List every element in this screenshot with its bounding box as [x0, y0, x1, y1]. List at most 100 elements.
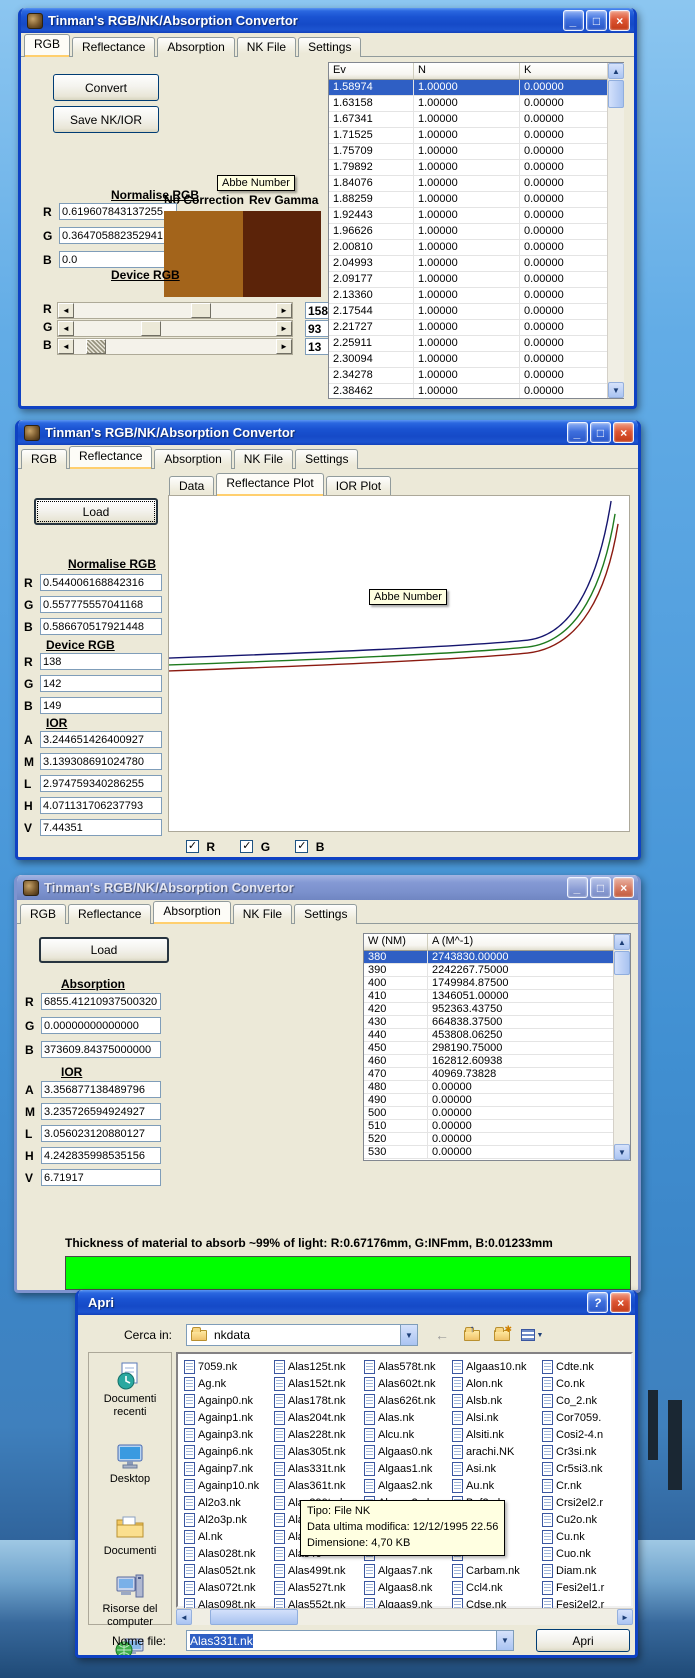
table-row[interactable]: 490 0.00000	[364, 1094, 630, 1107]
slider-left-icon[interactable]: ◄	[58, 321, 74, 336]
look-in-combobox[interactable]: nkdata ▼	[186, 1324, 418, 1346]
file-item[interactable]: Alas305t.nk	[274, 1443, 364, 1460]
close-icon[interactable]: ×	[613, 422, 634, 443]
table-row[interactable]: 2.38462 1.00000 0.00000	[329, 384, 623, 398]
slider-right-icon[interactable]: ►	[276, 321, 292, 336]
up-folder-icon[interactable]: ↑	[460, 1324, 484, 1346]
load-button[interactable]: Load	[39, 937, 169, 963]
file-item[interactable]: Againp1.nk	[184, 1409, 274, 1426]
file-item[interactable]: Al.nk	[184, 1528, 274, 1545]
table-scrollbar[interactable]: ▲ ▼	[613, 934, 630, 1160]
tab-nk-file[interactable]: NK File	[234, 449, 293, 469]
ior-a-field[interactable]	[41, 1081, 161, 1098]
scroll-thumb[interactable]	[608, 80, 624, 108]
file-item[interactable]: Al2o3p.nk	[184, 1511, 274, 1528]
normalise-b-field[interactable]	[59, 251, 177, 268]
file-item[interactable]: Carbam.nk	[452, 1562, 542, 1579]
tab-reflectance[interactable]: Reflectance	[72, 37, 155, 57]
file-item[interactable]: Alsiti.nk	[452, 1426, 542, 1443]
slider-right-icon[interactable]: ►	[276, 339, 292, 354]
minimize-button[interactable]: _	[563, 10, 584, 31]
absorption-g-field[interactable]	[41, 1017, 161, 1034]
table-row[interactable]: 430 664838.37500	[364, 1016, 630, 1029]
file-item[interactable]: Diam.nk	[542, 1562, 634, 1579]
slider-thumb[interactable]	[86, 339, 106, 354]
load-button[interactable]: Load	[34, 498, 158, 525]
tab-nk-file[interactable]: NK File	[237, 37, 296, 57]
normalise-r-field[interactable]	[40, 574, 162, 591]
table-row[interactable]: 460 162812.60938	[364, 1055, 630, 1068]
table-row[interactable]: 2.21727 1.00000 0.00000	[329, 320, 623, 336]
maximize-button[interactable]: □	[586, 10, 607, 31]
ior-h-field[interactable]	[41, 1147, 161, 1164]
table-row[interactable]: 2.17544 1.00000 0.00000	[329, 304, 623, 320]
table-row[interactable]: 2.00810 1.00000 0.00000	[329, 240, 623, 256]
chevron-down-icon[interactable]: ▼	[496, 1631, 513, 1650]
tab-reflectance-plot[interactable]: Reflectance Plot	[216, 473, 323, 496]
device-g-field[interactable]	[40, 675, 162, 692]
column-header-absorption[interactable]: A (M^-1)	[428, 934, 630, 951]
titlebar[interactable]: Apri ? ×	[78, 1290, 635, 1315]
table-row[interactable]: 530 0.00000	[364, 1146, 630, 1159]
file-item[interactable]: Cdte.nk	[542, 1358, 634, 1375]
file-item[interactable]: Algaas2.nk	[364, 1477, 454, 1494]
file-item[interactable]: Alas052t.nk	[184, 1562, 274, 1579]
tab-ior-plot[interactable]: IOR Plot	[326, 476, 391, 496]
device-b-slider[interactable]: ◄ ►	[57, 338, 293, 355]
file-item[interactable]: Alas125t.nk	[274, 1358, 364, 1375]
tab-absorption[interactable]: Absorption	[154, 449, 231, 469]
file-item[interactable]: Au.nk	[452, 1477, 542, 1494]
ior-v-field[interactable]	[40, 819, 162, 836]
tab-reflectance[interactable]: Reflectance	[68, 904, 151, 924]
table-row[interactable]: 1.71525 1.00000 0.00000	[329, 128, 623, 144]
scroll-down-icon[interactable]: ▼	[608, 382, 624, 398]
scroll-up-icon[interactable]: ▲	[614, 934, 630, 950]
slider-right-icon[interactable]: ►	[276, 303, 292, 318]
scroll-up-icon[interactable]: ▲	[608, 63, 624, 79]
table-row[interactable]: 390 2242267.75000	[364, 964, 630, 977]
table-row[interactable]: 2.30094 1.00000 0.00000	[329, 352, 623, 368]
close-icon[interactable]: ×	[613, 877, 634, 898]
slider-thumb[interactable]	[141, 321, 161, 336]
checkbox-g[interactable]: ✓	[240, 840, 253, 853]
table-row[interactable]: 2.34278 1.00000 0.00000	[329, 368, 623, 384]
checkbox-b[interactable]: ✓	[295, 840, 308, 853]
file-item[interactable]: Alas228t.nk	[274, 1426, 364, 1443]
convert-button[interactable]: Convert	[53, 74, 159, 101]
normalise-b-field[interactable]	[40, 618, 162, 635]
table-row[interactable]: 380 2743830.00000	[364, 951, 630, 964]
table-row[interactable]: 1.92443 1.00000 0.00000	[329, 208, 623, 224]
place-documents[interactable]: Documenti	[89, 1513, 171, 1558]
table-row[interactable]: 410 1346051.00000	[364, 990, 630, 1003]
file-item[interactable]: arachi.NK	[452, 1443, 542, 1460]
ior-l-field[interactable]	[41, 1125, 161, 1142]
file-list-hscrollbar[interactable]: ◄ ►	[176, 1608, 633, 1625]
table-row[interactable]: 420 952363.43750	[364, 1003, 630, 1016]
tab-absorption[interactable]: Absorption	[157, 37, 234, 57]
ior-v-field[interactable]	[41, 1169, 161, 1186]
new-folder-icon[interactable]: ✱	[490, 1324, 514, 1346]
file-item[interactable]: Againp10.nk	[184, 1477, 274, 1494]
titlebar[interactable]: Tinman's RGB/NK/Absorption Convertor _ □…	[21, 8, 634, 33]
file-item[interactable]: Alas178t.nk	[274, 1392, 364, 1409]
close-icon[interactable]: ×	[610, 1292, 631, 1313]
table-row[interactable]: 2.09177 1.00000 0.00000	[329, 272, 623, 288]
absorption-b-field[interactable]	[41, 1041, 161, 1058]
file-item[interactable]: Algaas7.nk	[364, 1562, 454, 1579]
column-header-ev[interactable]: Ev	[329, 63, 414, 80]
file-item[interactable]: Asi.nk	[452, 1460, 542, 1477]
device-b-field[interactable]	[40, 697, 162, 714]
file-item[interactable]: Cosi2-4.n	[542, 1426, 634, 1443]
table-row[interactable]: 400 1749984.87500	[364, 977, 630, 990]
file-item[interactable]: Cr3si.nk	[542, 1443, 634, 1460]
file-item[interactable]: Alas602t.nk	[364, 1375, 454, 1392]
tab-rgb[interactable]: RGB	[21, 449, 67, 469]
scroll-down-icon[interactable]: ▼	[614, 1144, 630, 1160]
table-row[interactable]: 2.13360 1.00000 0.00000	[329, 288, 623, 304]
table-row[interactable]: 520 0.00000	[364, 1133, 630, 1146]
column-header-wavelength[interactable]: W (NM)	[364, 934, 428, 951]
file-item[interactable]: Algaas1.nk	[364, 1460, 454, 1477]
file-item[interactable]: Alas072t.nk	[184, 1579, 274, 1596]
ior-a-field[interactable]	[40, 731, 162, 748]
absorption-r-field[interactable]	[41, 993, 161, 1010]
